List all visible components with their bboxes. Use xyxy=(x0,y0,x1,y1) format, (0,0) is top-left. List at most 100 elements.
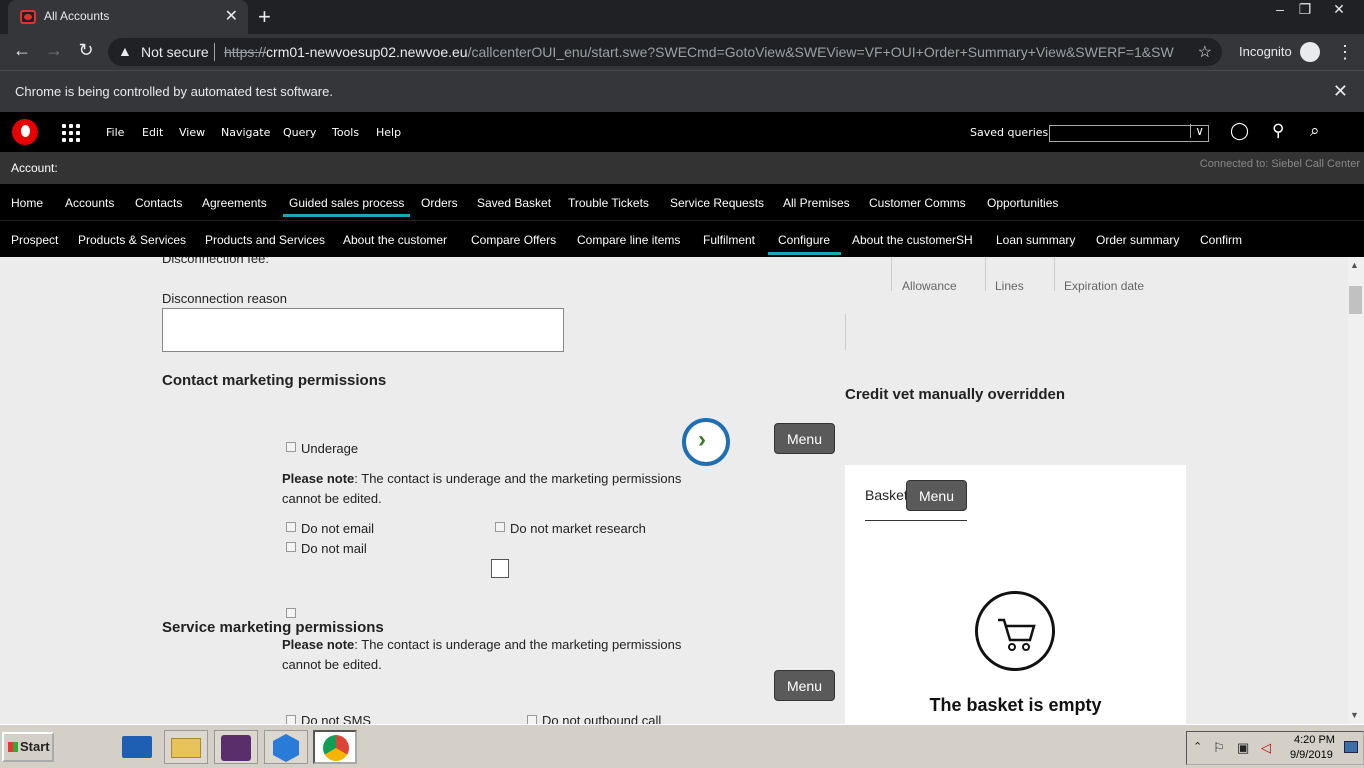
bookmark-star-icon[interactable]: ☆ xyxy=(1198,42,1212,62)
network-icon[interactable]: ▣ xyxy=(1237,740,1249,756)
start-button[interactable]: Start xyxy=(2,732,54,762)
incognito-icon xyxy=(1300,42,1320,62)
tab-prospect[interactable]: Prospect xyxy=(11,233,58,247)
volume-muted-icon[interactable]: ◁ xyxy=(1261,740,1271,756)
secondary-tabs: Prospect Products & Services Products an… xyxy=(0,220,1364,257)
service-checkbox[interactable] xyxy=(286,608,296,618)
restore-button[interactable]: ❐ xyxy=(1291,0,1319,18)
underage-checkbox[interactable] xyxy=(286,442,296,452)
tab-about-the-customer[interactable]: About the customer xyxy=(343,233,447,247)
search-icon[interactable]: ⌕ xyxy=(1310,121,1320,141)
column-divider xyxy=(845,314,846,350)
extra-checkbox[interactable] xyxy=(491,559,509,578)
chevron-right-icon: › xyxy=(698,426,706,453)
next-arrow-button[interactable]: › xyxy=(682,418,730,466)
server-manager-icon[interactable] xyxy=(66,730,110,764)
new-tab-button[interactable]: + xyxy=(258,4,271,30)
close-window-button[interactable]: ✕ xyxy=(1325,0,1353,18)
do-not-outbound-call-checkbox[interactable] xyxy=(527,715,537,724)
browser-tab[interactable]: All Accounts ✕ xyxy=(8,0,248,34)
divider xyxy=(214,43,215,61)
tab-opportunities[interactable]: Opportunities xyxy=(987,196,1058,210)
clock-date[interactable]: 9/9/2019 xyxy=(1290,749,1333,761)
tab-home[interactable]: Home xyxy=(11,196,43,210)
clock-time[interactable]: 4:20 PM xyxy=(1294,734,1335,746)
powershell-icon[interactable] xyxy=(116,730,160,764)
address-bar[interactable]: ▲ Not secure https://crm01-newvoesup02.n… xyxy=(108,38,1222,66)
do-not-sms-checkbox[interactable] xyxy=(286,715,296,724)
scrollbar-thumb[interactable] xyxy=(1349,286,1362,314)
tab-compare-offers[interactable]: Compare Offers xyxy=(471,233,556,247)
powershell-glyph xyxy=(122,736,152,758)
menu-edit[interactable]: Edit xyxy=(142,126,163,139)
tab-title: All Accounts xyxy=(44,9,110,23)
tab-loan-summary[interactable]: Loan summary xyxy=(996,233,1075,247)
infobar-close-icon[interactable]: ✕ xyxy=(1333,81,1348,102)
cart-svg xyxy=(998,618,1036,651)
column-divider xyxy=(1054,257,1055,291)
forward-icon[interactable]: → xyxy=(42,40,66,61)
tray-expand-icon[interactable]: ⌃ xyxy=(1193,740,1202,753)
url-text[interactable]: https://crm01-newvoesup02.newvoe.eu/call… xyxy=(224,44,1174,60)
tab-compare-line-items[interactable]: Compare line items xyxy=(577,233,680,247)
tab-configure[interactable]: Configure xyxy=(778,233,830,247)
user-icon[interactable]: ⚲ xyxy=(1272,121,1284,141)
tab-order-summary[interactable]: Order summary xyxy=(1096,233,1179,247)
tab-products-services[interactable]: Products & Services xyxy=(78,233,186,247)
tab-confirm[interactable]: Confirm xyxy=(1200,233,1242,247)
file-explorer-icon[interactable] xyxy=(164,730,208,764)
menu-navigate[interactable]: Navigate xyxy=(221,126,270,139)
saved-queries-select[interactable]: ∨ xyxy=(1049,124,1209,142)
browser-toolbar: ← → ↻ ▲ Not secure https://crm01-newvoes… xyxy=(0,34,1364,70)
disconnection-reason-label: Disconnection reason xyxy=(162,291,288,306)
app-icon[interactable] xyxy=(264,730,308,764)
do-not-mail-checkbox[interactable] xyxy=(286,542,296,552)
tab-fulfilment[interactable]: Fulfilment xyxy=(703,233,755,247)
app-header: File Edit View Navigate Query Tools Help… xyxy=(0,112,1364,152)
tab-agreements[interactable]: Agreements xyxy=(202,196,267,210)
chrome-taskbar-icon[interactable] xyxy=(313,730,357,764)
tab-all-premises[interactable]: All Premises xyxy=(783,196,850,210)
back-icon[interactable]: ← xyxy=(10,40,34,61)
menu-help[interactable]: Help xyxy=(376,126,401,139)
tab-trouble-tickets[interactable]: Trouble Tickets xyxy=(568,196,649,210)
reload-icon[interactable]: ↻ xyxy=(74,40,98,61)
tab-products-and-services[interactable]: Products and Services xyxy=(205,233,325,247)
basket-menu-button[interactable]: Menu xyxy=(906,480,967,511)
ide-glyph xyxy=(221,735,251,761)
disconnection-reason-input[interactable] xyxy=(162,308,564,352)
tab-saved-basket[interactable]: Saved Basket xyxy=(477,196,551,210)
menu-tools[interactable]: Tools xyxy=(332,126,359,139)
service-note-line1: Please note: The contact is underage and… xyxy=(282,637,681,652)
do-not-email-checkbox[interactable] xyxy=(286,522,296,532)
menu-view[interactable]: View xyxy=(179,126,205,139)
scroll-up-icon[interactable]: ▲ xyxy=(1350,260,1359,270)
service-note-text: : The contact is underage and the market… xyxy=(354,637,682,652)
chrome-menu-icon[interactable]: ⋮ xyxy=(1336,42,1354,63)
page-scrollbar[interactable] xyxy=(1348,257,1364,724)
menu-file[interactable]: File xyxy=(106,126,124,139)
tab-orders[interactable]: Orders xyxy=(421,196,458,210)
tab-guided-sales-process[interactable]: Guided sales process xyxy=(289,196,404,210)
active-tab-indicator xyxy=(283,214,410,217)
java-ide-icon[interactable] xyxy=(214,730,258,764)
flag-icon[interactable]: ⚐ xyxy=(1213,740,1225,756)
tab-about-the-customer-sh[interactable]: About the customerSH xyxy=(852,233,973,247)
tab-service-requests[interactable]: Service Requests xyxy=(670,196,764,210)
column-lines: Lines xyxy=(995,279,1024,293)
tab-contacts[interactable]: Contacts xyxy=(135,196,182,210)
do-not-market-research-checkbox[interactable] xyxy=(495,522,505,532)
tab-close-icon[interactable]: ✕ xyxy=(225,6,238,26)
basket-tab[interactable]: Basket xyxy=(865,487,908,503)
app-grid-icon[interactable] xyxy=(62,124,80,142)
service-menu-button[interactable]: Menu xyxy=(774,670,835,701)
chat-icon[interactable]: ◯ xyxy=(1230,121,1249,141)
tab-accounts[interactable]: Accounts xyxy=(65,196,114,210)
tab-customer-comms[interactable]: Customer Comms xyxy=(869,196,966,210)
underage-note-line1: Please note: The contact is underage and… xyxy=(282,471,681,486)
minimize-button[interactable]: – xyxy=(1266,0,1294,18)
contact-menu-button[interactable]: Menu xyxy=(774,423,835,454)
scroll-down-icon[interactable]: ▼ xyxy=(1350,710,1359,720)
menu-query[interactable]: Query xyxy=(283,126,316,139)
show-desktop-icon[interactable] xyxy=(1344,741,1358,753)
